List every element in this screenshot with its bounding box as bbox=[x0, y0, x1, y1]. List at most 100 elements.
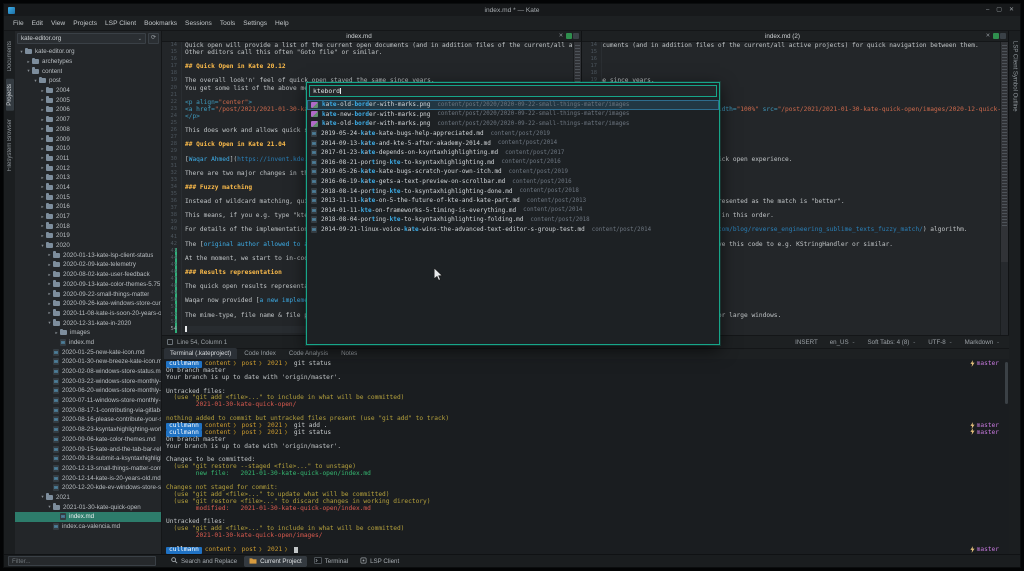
document-tab[interactable]: index.md bbox=[162, 33, 556, 40]
tree-item-2007[interactable]: 2007 bbox=[15, 115, 161, 125]
tree-item-2008[interactable]: 2008 bbox=[15, 125, 161, 135]
quick-open-result[interactable]: kate-old-border-with-marks.png content/po… bbox=[307, 119, 719, 129]
tree-item-2020[interactable]: 2020 bbox=[15, 241, 161, 251]
tree-item-2020-08-02-kate-user-feedback[interactable]: 2020-08-02-kate-user-feedback bbox=[15, 270, 161, 280]
terminal-panel[interactable]: cullmanncontentpost2021git statusmasterO… bbox=[162, 359, 1009, 554]
menu-item-sessions[interactable]: Sessions bbox=[181, 18, 216, 29]
tree-item-2009[interactable]: 2009 bbox=[15, 134, 161, 144]
tree-item-2020-08-16-please-contribute-your-syn[interactable]: 2020-08-16-please-contribute-your-syn... bbox=[15, 415, 161, 425]
document-tab[interactable]: index.md (2) bbox=[582, 33, 983, 40]
menu-item-edit[interactable]: Edit bbox=[28, 18, 47, 29]
minimize-icon[interactable] bbox=[986, 5, 989, 15]
filter-input[interactable] bbox=[8, 556, 156, 566]
minimap-scrollbar[interactable] bbox=[1000, 42, 1008, 335]
tree-item-2020-07-11-windows-store-monthly-st[interactable]: 2020-07-11-windows-store-monthly-st... bbox=[15, 396, 161, 406]
status-insert[interactable]: INSERT bbox=[795, 339, 818, 346]
quick-open-result[interactable]: 2014-09-13-kate-and-kte-5-after-akademy-… bbox=[307, 138, 719, 148]
quick-open-result[interactable]: 2016-08-21-porting-kte-to-ksyntaxhighlig… bbox=[307, 158, 719, 168]
quick-open-search-input[interactable]: ktebord bbox=[309, 85, 717, 97]
tree-item-content[interactable]: content bbox=[15, 66, 161, 76]
tree-item-2010[interactable]: 2010 bbox=[15, 144, 161, 154]
maximize-icon[interactable] bbox=[996, 5, 1002, 15]
tree-item-2006[interactable]: 2006 bbox=[15, 105, 161, 115]
terminal-scrollbar[interactable] bbox=[1005, 362, 1008, 404]
cursor-position[interactable]: Line 54, Column 1 bbox=[177, 339, 227, 346]
tree-item-2011[interactable]: 2011 bbox=[15, 154, 161, 164]
tree-item-2018[interactable]: 2018 bbox=[15, 221, 161, 231]
sidebar-tab-projects[interactable]: Projects bbox=[5, 79, 14, 112]
panel-tab-notes[interactable]: Notes bbox=[335, 348, 363, 359]
close-icon[interactable] bbox=[1009, 5, 1014, 15]
toolview-button-current-project[interactable]: Current Project bbox=[244, 555, 307, 567]
project-reload-button[interactable] bbox=[148, 33, 159, 44]
tree-item-2020-09-06-kate-color-themes-md[interactable]: 2020-09-06-kate-color-themes.md bbox=[15, 435, 161, 445]
menu-item-tools[interactable]: Tools bbox=[216, 18, 239, 29]
close-tab-icon[interactable] bbox=[983, 33, 993, 39]
toolview-button-search-and-replace[interactable]: Search and Replace bbox=[166, 556, 242, 567]
tree-item-2020-09-26-kate-windows-store-curren[interactable]: 2020-09-26-kate-windows-store-curren... bbox=[15, 299, 161, 309]
tree-item-2020-11-08-kate-is-soon-20-years-old[interactable]: 2020-11-08-kate-is-soon-20-years-old bbox=[15, 309, 161, 319]
menu-item-bookmarks[interactable]: Bookmarks bbox=[140, 18, 181, 29]
tree-item-2012[interactable]: 2012 bbox=[15, 163, 161, 173]
panel-tab-code-index[interactable]: Code Index bbox=[238, 348, 282, 359]
tree-item-2014[interactable]: 2014 bbox=[15, 183, 161, 193]
tree-item-2020-06-20-windows-store-monthly-s[interactable]: 2020-06-20-windows-store-monthly-s... bbox=[15, 386, 161, 396]
quick-open-result[interactable]: 2017-01-23-kate-depends-on-ksyntaxhighli… bbox=[307, 148, 719, 158]
tree-item-2005[interactable]: 2005 bbox=[15, 95, 161, 105]
tree-item-2019[interactable]: 2019 bbox=[15, 231, 161, 241]
menu-item-file[interactable]: File bbox=[9, 18, 28, 29]
tree-item-2021[interactable]: 2021 bbox=[15, 493, 161, 503]
quick-open-result[interactable]: 2018-08-14-porting-kte-to-ksyntaxhighlig… bbox=[307, 186, 719, 196]
quick-open-result[interactable]: 2016-06-19-kate-gets-a-text-preview-on-s… bbox=[307, 177, 719, 187]
status-soft-tabs-4-8[interactable]: Soft Tabs: 4 (8) bbox=[868, 339, 917, 346]
split-view-icon[interactable] bbox=[566, 33, 572, 39]
selection-mode-icon[interactable] bbox=[167, 339, 173, 345]
quick-open-result[interactable]: kate-new-border-with-marks.png content/po… bbox=[307, 110, 719, 120]
toolview-button-lsp-client[interactable]: LSP Client bbox=[355, 556, 404, 567]
tree-item-post[interactable]: post bbox=[15, 76, 161, 86]
tree-item-2020-12-13-small-things-matter-contin[interactable]: 2020-12-13-small-things-matter-contin... bbox=[15, 464, 161, 474]
tree-item-2020-02-08-windows-store-status-md[interactable]: 2020-02-08-windows-store-status.md bbox=[15, 367, 161, 377]
quick-open-result[interactable]: 2014-09-21-linux-voice-kate-wins-the-adv… bbox=[307, 225, 719, 235]
sidebar-tab-lsp-client-symbol-outline[interactable]: LSP Client Symbol Outline bbox=[1011, 36, 1019, 117]
menu-item-view[interactable]: View bbox=[47, 18, 69, 29]
tree-item-2020-08-17-1-contributing-via-gitlab-mer[interactable]: 2020-08-17-1-contributing-via-gitlab-mer… bbox=[15, 405, 161, 415]
status-utf-8[interactable]: UTF-8 bbox=[928, 339, 952, 346]
tree-item-2020-01-13-kate-lsp-client-status[interactable]: 2020-01-13-kate-lsp-client-status bbox=[15, 250, 161, 260]
tree-item-2015[interactable]: 2015 bbox=[15, 192, 161, 202]
view-menu-icon[interactable] bbox=[573, 33, 579, 39]
tree-item-2016[interactable]: 2016 bbox=[15, 202, 161, 212]
tree-item-2020-09-18-submit-a-ksyntaxhighlighti[interactable]: 2020-09-18-submit-a-ksyntaxhighlighti... bbox=[15, 454, 161, 464]
tree-item-2020-01-30-new-breeze-kate-icon-md[interactable]: 2020-01-30-new-breeze-kate-icon.md bbox=[15, 357, 161, 367]
status-en-us[interactable]: en_US bbox=[830, 339, 856, 346]
split-view-icon[interactable] bbox=[993, 33, 999, 39]
quick-open-result[interactable]: 2019-05-26-kate-kate-bugs-scratch-your-o… bbox=[307, 167, 719, 177]
close-tab-icon[interactable] bbox=[556, 33, 566, 39]
quick-open-result[interactable]: 2013-11-11-kate-on-5-the-future-of-kte-a… bbox=[307, 196, 719, 206]
tree-item-2021-01-30-kate-quick-open[interactable]: 2021-01-30-kate-quick-open bbox=[15, 502, 161, 512]
tree-item-2017[interactable]: 2017 bbox=[15, 212, 161, 222]
tree-item-index-md[interactable]: index.md bbox=[15, 512, 161, 522]
tree-item-2013[interactable]: 2013 bbox=[15, 173, 161, 183]
project-selector[interactable]: kate-editor.org bbox=[17, 33, 146, 44]
panel-tab-code-analysis[interactable]: Code Analysis bbox=[283, 348, 334, 359]
tree-item-kate-editor-org[interactable]: kate-editor.org bbox=[15, 47, 161, 57]
quick-open-result[interactable]: 2018-08-04-porting-kte-to-ksyntaxhighlig… bbox=[307, 215, 719, 225]
tree-item-2020-12-14-kate-is-20-years-old-md[interactable]: 2020-12-14-kate-is-20-years-old.md bbox=[15, 473, 161, 483]
tree-item-2020-09-13-kate-color-themes-5-75[interactable]: 2020-09-13-kate-color-themes-5.75 bbox=[15, 280, 161, 290]
tree-item-2020-09-22-small-things-matter[interactable]: 2020-09-22-small-things-matter bbox=[15, 289, 161, 299]
tree-item-2020-08-23-ksyntaxhighlighting-work[interactable]: 2020-08-23-ksyntaxhighlighting-work... bbox=[15, 425, 161, 435]
tree-item-2004[interactable]: 2004 bbox=[15, 86, 161, 96]
toolview-button-terminal[interactable]: Terminal bbox=[309, 556, 353, 567]
menu-item-help[interactable]: Help bbox=[271, 18, 293, 29]
panel-tab-terminal-kateproject[interactable]: Terminal (.kateproject) bbox=[164, 348, 238, 359]
menu-item-lsp-client[interactable]: LSP Client bbox=[101, 18, 140, 29]
tree-item-2020-12-20-kde-ev-windows-store-stati[interactable]: 2020-12-20-kde-ev-windows-store-stati... bbox=[15, 483, 161, 493]
tree-item-archetypes[interactable]: archetypes bbox=[15, 57, 161, 67]
menu-item-settings[interactable]: Settings bbox=[239, 18, 271, 29]
sidebar-tab-filesystem-browser[interactable]: Filesystem Browser bbox=[6, 114, 14, 176]
tree-item-2020-09-15-kate-and-the-tab-bar-relea[interactable]: 2020-09-15-kate-and-the-tab-bar-relea... bbox=[15, 444, 161, 454]
quick-open-result[interactable]: 2014-01-11-kte-on-frameworks-5-timing-is… bbox=[307, 206, 719, 216]
tree-item-2020-03-22-windows-store-monthly-st[interactable]: 2020-03-22-windows-store-monthly-st... bbox=[15, 376, 161, 386]
tree-item-2020-02-09-kate-telemetry[interactable]: 2020-02-09-kate-telemetry bbox=[15, 260, 161, 270]
